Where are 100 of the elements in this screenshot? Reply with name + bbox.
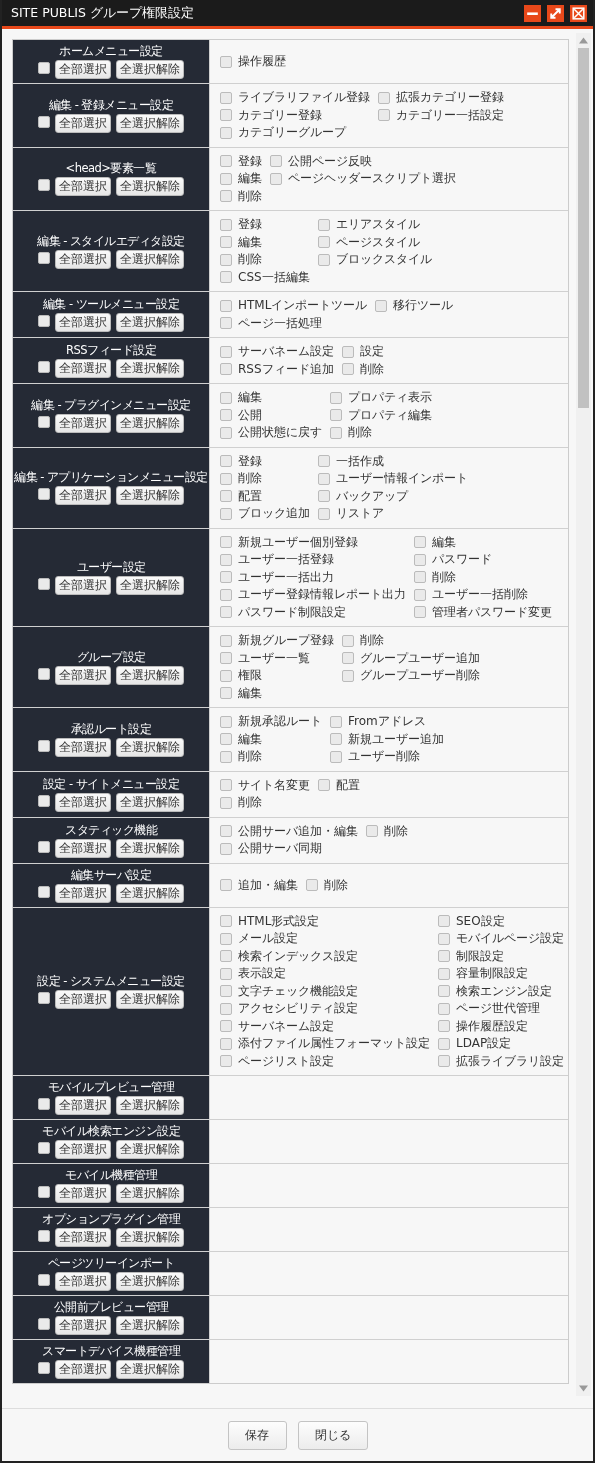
select-all-button[interactable]: 全部選択	[55, 1272, 111, 1291]
checkbox[interactable]	[220, 109, 232, 122]
checkbox[interactable]	[318, 507, 330, 520]
checkbox[interactable]	[220, 669, 232, 682]
checkbox[interactable]	[438, 915, 450, 928]
checkbox[interactable]	[220, 490, 232, 503]
checkbox[interactable]	[220, 950, 232, 963]
checkbox[interactable]	[438, 1002, 450, 1015]
clear-all-button[interactable]: 全選択解除	[116, 486, 184, 505]
checkbox[interactable]	[220, 172, 232, 185]
checkbox[interactable]	[38, 315, 50, 327]
checkbox[interactable]	[220, 363, 232, 376]
checkbox[interactable]	[220, 553, 232, 566]
clear-all-button[interactable]: 全選択解除	[116, 1360, 184, 1379]
maximize-icon[interactable]	[547, 4, 564, 22]
checkbox[interactable]	[220, 985, 232, 998]
close-icon[interactable]	[570, 4, 587, 22]
checkbox[interactable]	[38, 179, 50, 192]
select-all-button[interactable]: 全部選択	[55, 177, 111, 197]
checkbox[interactable]	[220, 1020, 232, 1033]
save-button[interactable]: 保存	[227, 1420, 287, 1450]
checkbox[interactable]	[438, 1055, 450, 1068]
checkbox[interactable]	[220, 126, 232, 139]
checkbox[interactable]	[220, 1055, 232, 1068]
scrollbar-thumb[interactable]	[578, 48, 589, 408]
checkbox[interactable]	[38, 1318, 50, 1330]
select-all-button[interactable]: 全部選択	[55, 737, 111, 757]
checkbox[interactable]	[342, 345, 354, 358]
clear-all-button[interactable]: 全選択解除	[116, 838, 184, 858]
checkbox[interactable]	[220, 1037, 232, 1050]
checkbox[interactable]	[38, 991, 50, 1004]
checkbox[interactable]	[220, 391, 232, 404]
clear-all-button[interactable]: 全選択解除	[116, 792, 184, 812]
clear-all-button[interactable]: 全選択解除	[116, 1316, 184, 1335]
clear-all-button[interactable]: 全選択解除	[116, 1140, 184, 1159]
clear-all-button[interactable]: 全選択解除	[116, 413, 184, 433]
select-all-button[interactable]: 全部選択	[55, 792, 111, 812]
checkbox[interactable]	[220, 588, 232, 601]
checkbox[interactable]	[317, 218, 330, 231]
checkbox[interactable]	[220, 842, 232, 855]
checkbox[interactable]	[220, 536, 232, 549]
select-all-button[interactable]: 全部選択	[55, 313, 111, 332]
select-all-button[interactable]: 全部選択	[55, 989, 111, 1009]
select-all-button[interactable]: 全部選択	[55, 1360, 111, 1379]
checkbox[interactable]	[270, 172, 282, 185]
clear-all-button[interactable]: 全選択解除	[116, 883, 184, 903]
checkbox[interactable]	[220, 571, 232, 584]
clear-all-button[interactable]: 全選択解除	[116, 1096, 184, 1115]
clear-all-button[interactable]: 全選択解除	[116, 313, 184, 332]
select-all-button[interactable]: 全部選択	[55, 1184, 111, 1203]
checkbox[interactable]	[220, 879, 232, 891]
checkbox[interactable]	[375, 299, 388, 312]
checkbox[interactable]	[38, 840, 50, 853]
checkbox[interactable]	[220, 271, 232, 284]
clear-all-button[interactable]: 全選択解除	[116, 1228, 184, 1247]
checkbox[interactable]	[378, 91, 390, 104]
checkbox[interactable]	[38, 739, 50, 752]
checkbox[interactable]	[378, 109, 390, 122]
checkbox[interactable]	[220, 317, 232, 330]
checkbox[interactable]	[220, 155, 232, 168]
checkbox[interactable]	[318, 472, 330, 485]
checkbox[interactable]	[38, 62, 50, 74]
checkbox[interactable]	[342, 634, 354, 647]
select-all-button[interactable]: 全部選択	[55, 575, 111, 595]
clear-all-button[interactable]: 全選択解除	[116, 737, 184, 757]
checkbox[interactable]	[438, 967, 450, 980]
checkbox[interactable]	[342, 669, 354, 682]
checkbox[interactable]	[38, 1142, 50, 1154]
checkbox[interactable]	[220, 55, 232, 68]
checkbox[interactable]	[438, 985, 450, 998]
checkbox[interactable]	[438, 950, 450, 963]
select-all-button[interactable]: 全部選択	[55, 1228, 111, 1247]
select-all-button[interactable]: 全部選択	[55, 359, 111, 378]
select-all-button[interactable]: 全部選択	[55, 249, 111, 269]
select-all-button[interactable]: 全部選択	[55, 413, 111, 433]
checkbox[interactable]	[220, 409, 232, 422]
checkbox[interactable]	[38, 1274, 50, 1286]
checkbox[interactable]	[38, 415, 50, 428]
checkbox[interactable]	[330, 426, 342, 439]
minimize-icon[interactable]	[524, 4, 541, 22]
clear-all-button[interactable]: 全選択解除	[116, 575, 184, 595]
checkbox[interactable]	[38, 885, 50, 898]
checkbox[interactable]	[220, 299, 232, 312]
select-all-button[interactable]: 全部選択	[55, 883, 111, 903]
clear-all-button[interactable]: 全選択解除	[116, 60, 184, 79]
checkbox[interactable]	[270, 155, 282, 168]
select-all-button[interactable]: 全部選択	[55, 1096, 111, 1115]
select-all-button[interactable]: 全部選択	[55, 113, 111, 133]
checkbox[interactable]	[366, 825, 378, 838]
checkbox[interactable]	[317, 236, 330, 249]
checkbox[interactable]	[414, 553, 426, 566]
checkbox[interactable]	[220, 455, 232, 468]
checkbox[interactable]	[220, 796, 232, 809]
close-button[interactable]: 閉じる	[297, 1420, 368, 1450]
checkbox[interactable]	[220, 236, 232, 249]
checkbox[interactable]	[220, 426, 232, 439]
checkbox[interactable]	[38, 1362, 50, 1374]
checkbox[interactable]	[220, 915, 232, 928]
checkbox[interactable]	[220, 1002, 232, 1015]
checkbox[interactable]	[38, 1230, 50, 1242]
